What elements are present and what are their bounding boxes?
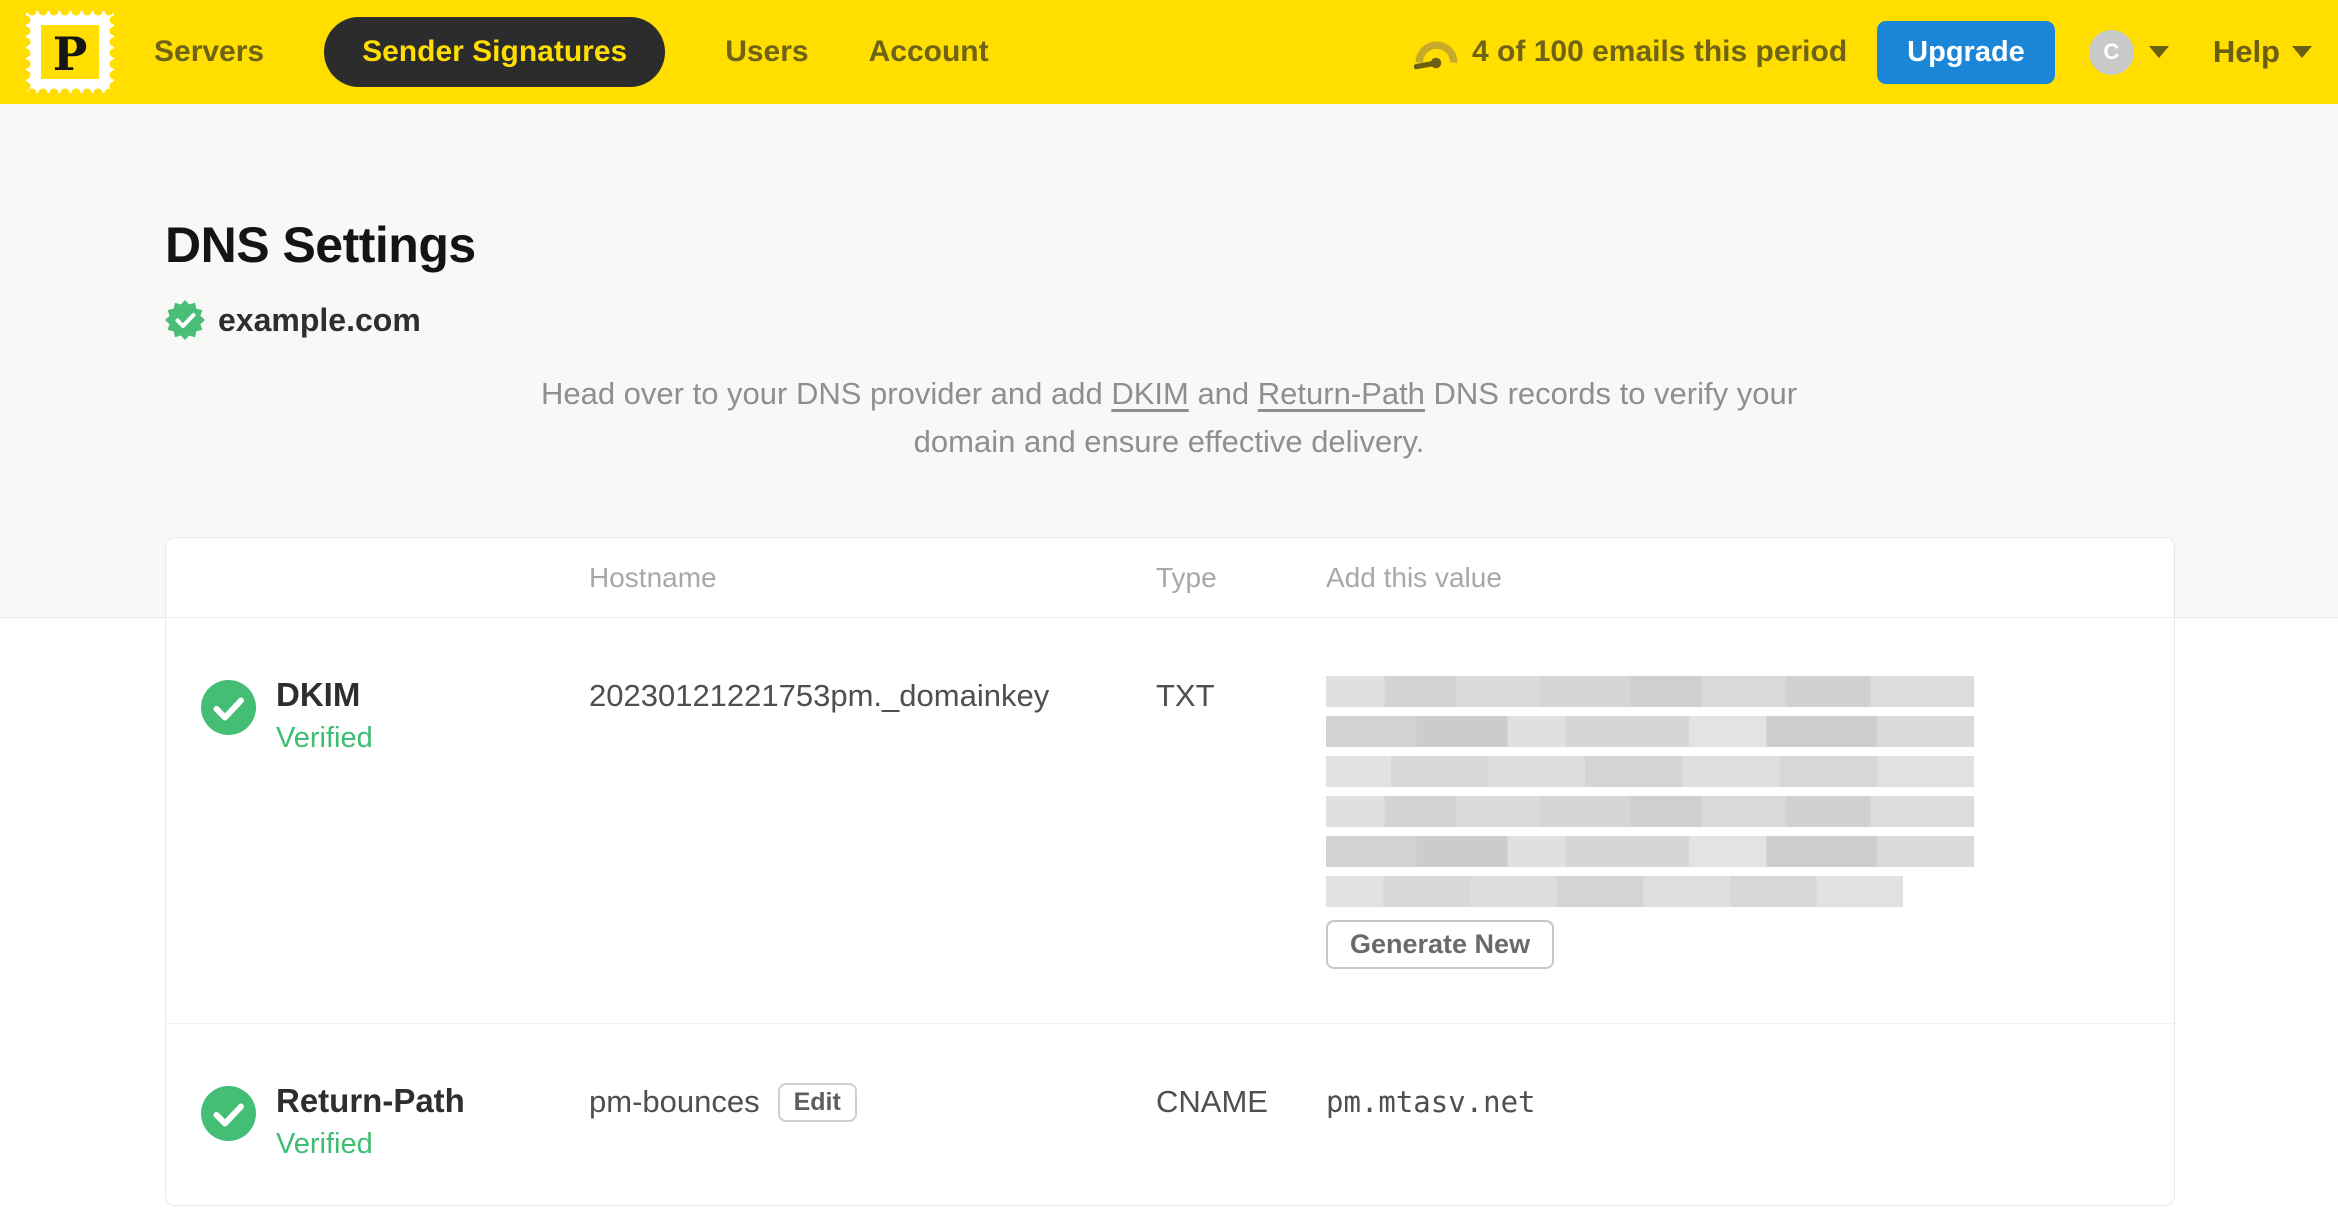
logo-letter: P	[53, 27, 88, 81]
top-navbar: P Servers Sender Signatures Users Accoun…	[0, 0, 2338, 104]
postmark-stamp-icon[interactable]: P	[26, 11, 114, 93]
upgrade-button[interactable]: Upgrade	[1877, 20, 2055, 84]
nav-item-servers[interactable]: Servers	[154, 35, 264, 69]
return-path-type: CNAME	[1156, 1084, 1268, 1119]
seal-check-icon	[165, 300, 205, 340]
hostname-value: pm-bounces	[589, 1084, 760, 1119]
description-text: Head over to your DNS provider and add	[540, 376, 1112, 411]
redacted-value-bar	[1326, 876, 1903, 907]
page-description: Head over to your DNS provider and add D…	[534, 370, 1804, 466]
edit-button[interactable]: Edit	[777, 1083, 857, 1122]
return-path-value-cell: pm.mtasv.net	[1326, 1082, 2174, 1161]
return-path-hostname: pm-bounces Edit	[589, 1082, 1156, 1161]
nav-item-account[interactable]: Account	[869, 35, 989, 69]
dkim-link[interactable]: DKIM	[1111, 376, 1189, 411]
help-label: Help	[2212, 34, 2280, 69]
redacted-value-bar	[1326, 836, 1974, 867]
dns-records-card: Hostname Type Add this value DKIM Verifi…	[165, 537, 2175, 1206]
primary-nav: Servers Sender Signatures Users Account	[154, 17, 989, 87]
record-name: DKIM	[276, 676, 361, 713]
dkim-value-cell: Generate New	[1326, 676, 2174, 969]
header-type: Type	[1156, 561, 1217, 593]
nav-item-sender-signatures[interactable]: Sender Signatures	[324, 17, 666, 87]
description-text: and	[1188, 376, 1258, 411]
usage-counter: 4 of 100 emails this period	[1472, 35, 1848, 68]
header-hostname: Hostname	[589, 561, 717, 593]
redacted-value-bar	[1326, 796, 1974, 827]
record-name: Return-Path	[276, 1082, 465, 1119]
avatar[interactable]: C	[2088, 29, 2134, 75]
chevron-down-icon	[2148, 46, 2169, 58]
account-menu[interactable]: C	[2088, 29, 2169, 75]
main-area: DNS Settings example.com Head over to yo…	[0, 104, 2338, 1222]
navbar-right: 4 of 100 emails this period Upgrade C He…	[1414, 20, 2312, 84]
generate-new-button[interactable]: Generate New	[1326, 920, 1555, 969]
domain-row: example.com	[165, 300, 2338, 340]
page-title: DNS Settings	[165, 217, 476, 273]
dkim-type: TXT	[1156, 678, 1215, 713]
table-header: Hostname Type Add this value	[166, 538, 2174, 618]
return-path-link[interactable]: Return-Path	[1258, 376, 1425, 411]
dkim-status-cell: DKIM Verified	[166, 676, 589, 969]
help-menu[interactable]: Help	[2213, 34, 2312, 70]
chevron-down-icon	[2292, 46, 2312, 58]
redacted-value-bar	[1326, 716, 1974, 747]
check-circle-icon	[201, 680, 256, 735]
status-badge: Verified	[276, 722, 373, 754]
cname-value: pm.mtasv.net	[1326, 1085, 1536, 1119]
redacted-value-bar	[1326, 756, 1974, 787]
gauge-icon	[1414, 41, 1458, 70]
nav-item-users[interactable]: Users	[725, 35, 808, 69]
redacted-value-bar	[1326, 676, 1974, 707]
check-circle-icon	[201, 1086, 256, 1141]
domain-name: example.com	[218, 301, 421, 338]
table-row-return-path: Return-Path Verified pm-bounces Edit CNA…	[166, 1023, 2174, 1205]
header-add-this-value: Add this value	[1326, 561, 1502, 593]
status-badge: Verified	[276, 1128, 373, 1160]
table-row-dkim: DKIM Verified 20230121221753pm._domainke…	[166, 618, 2174, 1023]
hostname-value: 20230121221753pm._domainkey	[589, 678, 1050, 713]
dkim-hostname: 20230121221753pm._domainkey	[589, 676, 1156, 969]
return-path-status-cell: Return-Path Verified	[166, 1082, 589, 1161]
